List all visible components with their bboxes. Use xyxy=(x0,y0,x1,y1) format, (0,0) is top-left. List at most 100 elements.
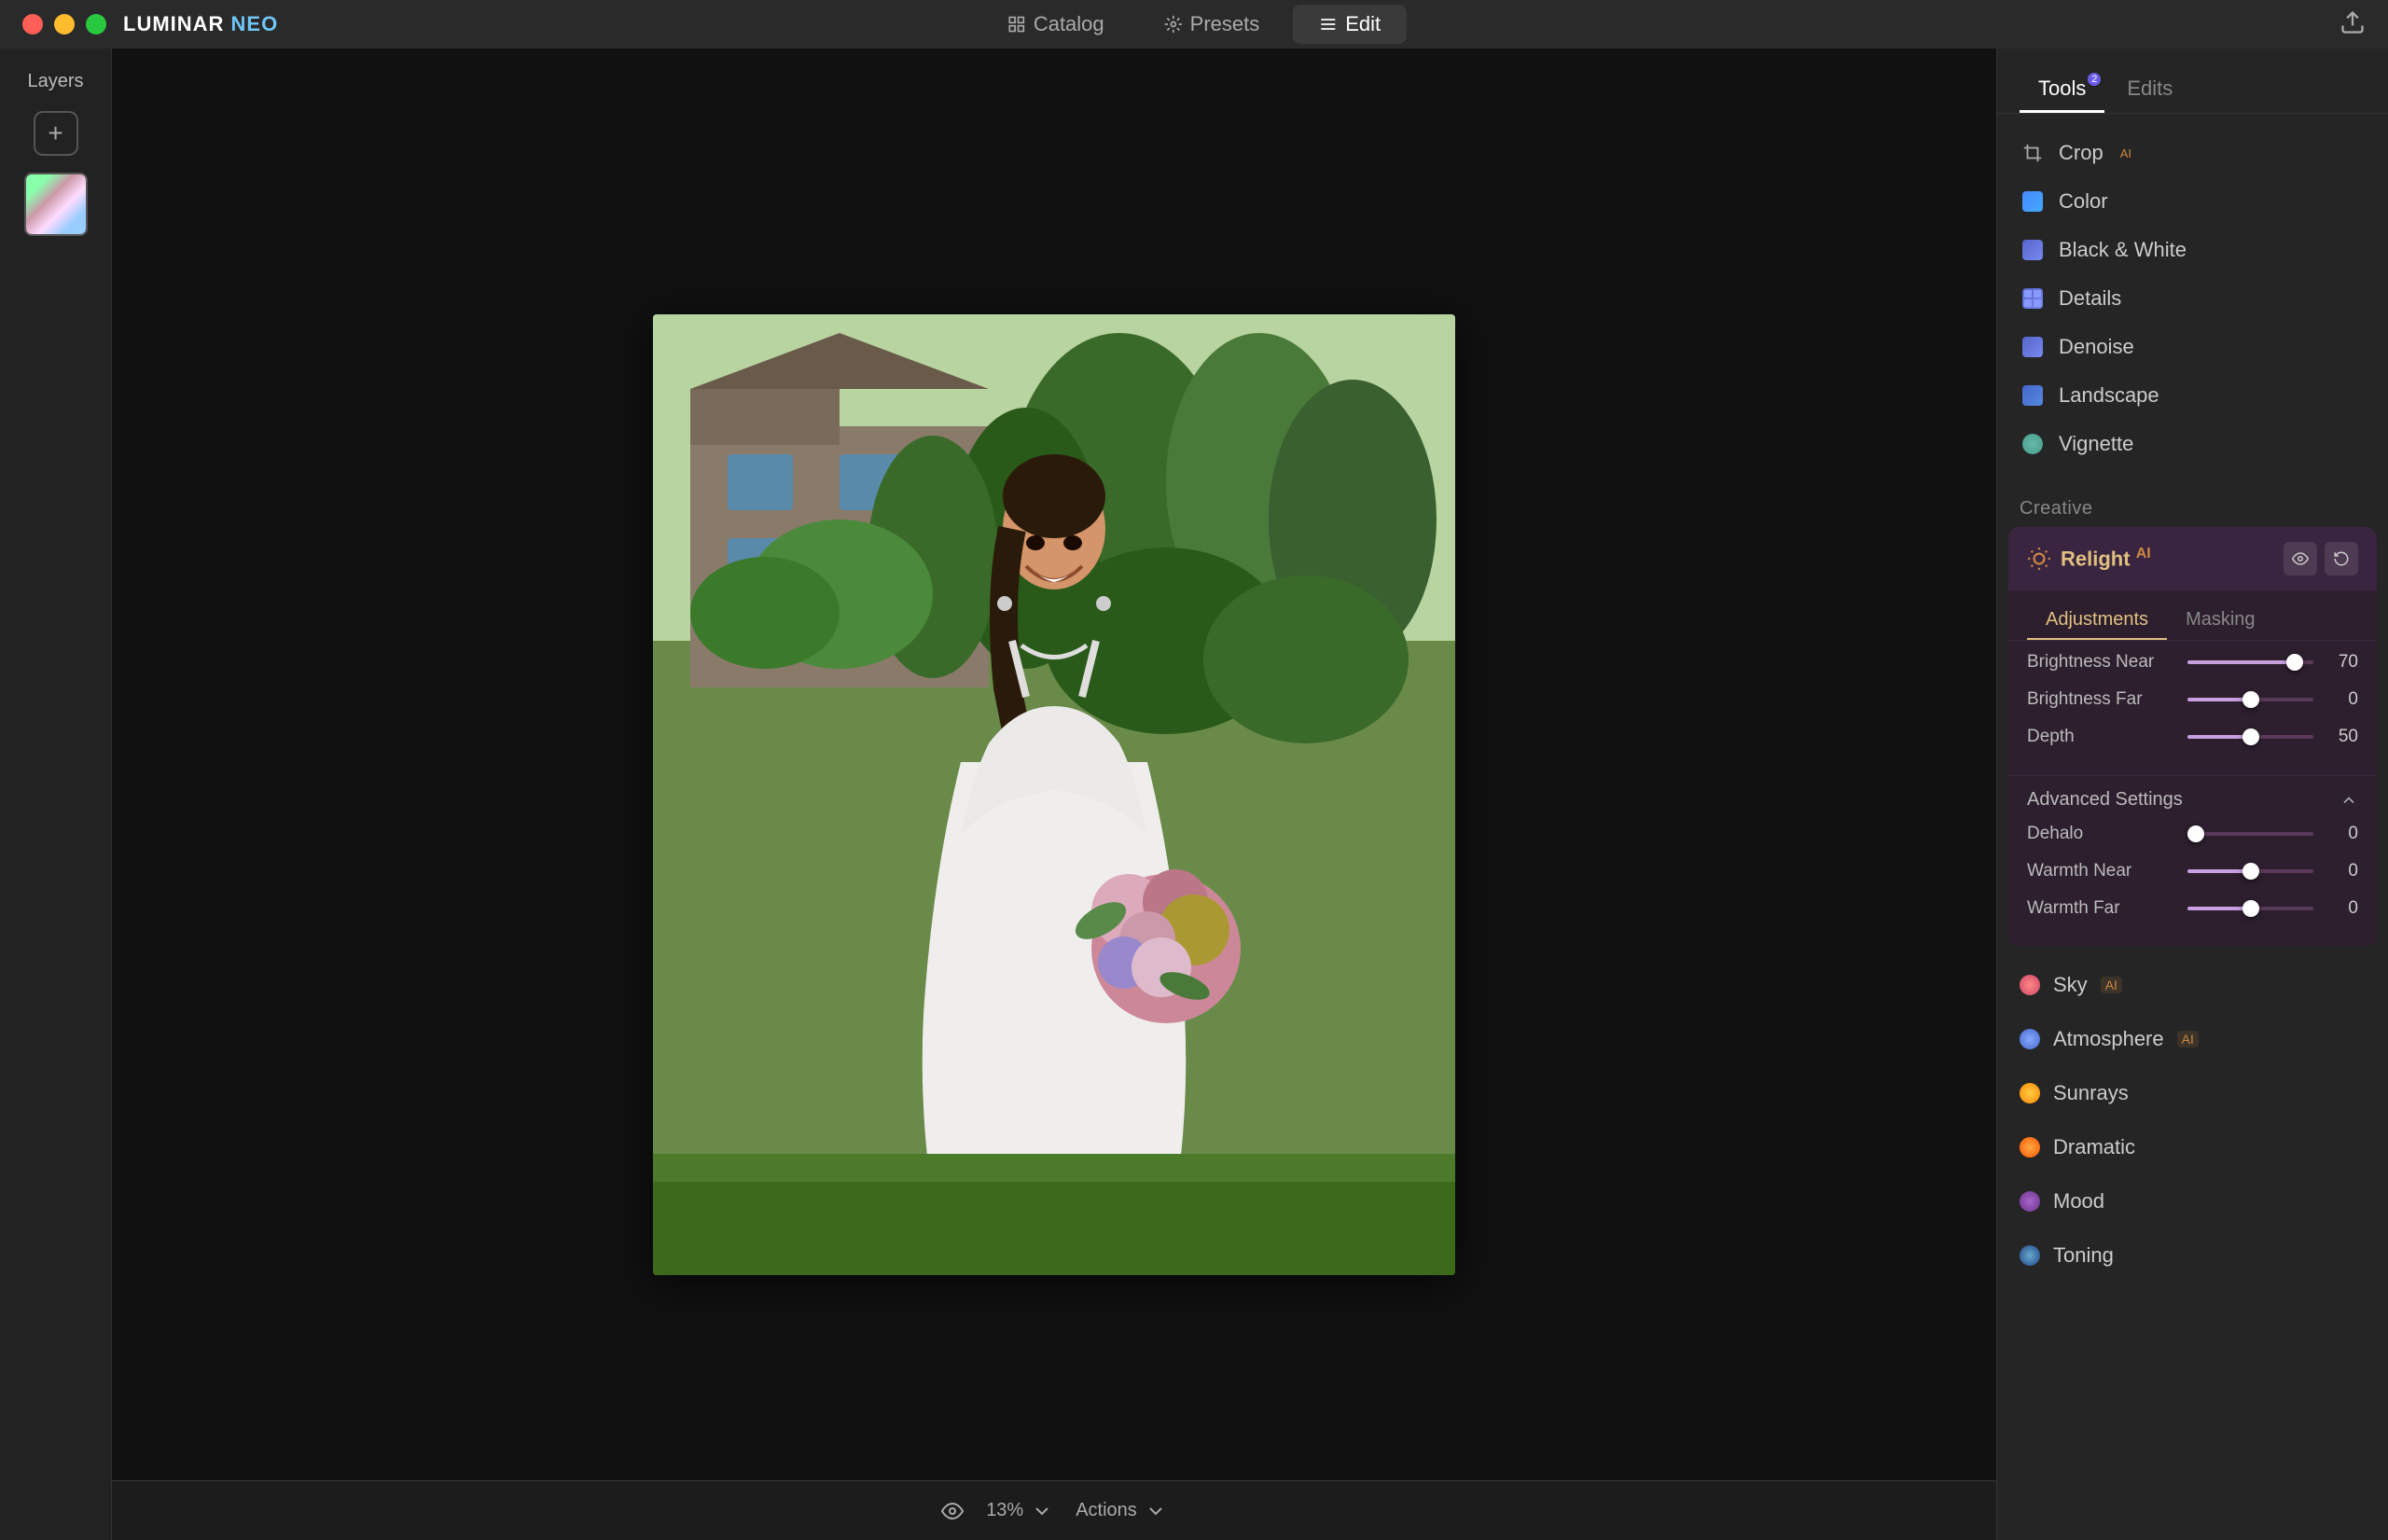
maximize-button[interactable] xyxy=(86,14,106,35)
tool-item-landscape[interactable]: Landscape xyxy=(1997,371,2388,420)
warmth-far-value: 0 xyxy=(2325,898,2358,919)
tool-item-sunrays[interactable]: Sunrays xyxy=(1997,1066,2388,1120)
catalog-nav-button[interactable]: Catalog xyxy=(981,5,1131,44)
actions-chevron-icon xyxy=(1145,1500,1167,1522)
masking-tab[interactable]: Masking xyxy=(2167,602,2273,640)
warmth-near-value: 0 xyxy=(2325,861,2358,881)
tools-tab[interactable]: Tools 2 xyxy=(2020,67,2104,113)
mood-label: Mood xyxy=(2053,1189,2104,1214)
close-button[interactable] xyxy=(22,14,43,35)
depth-fill xyxy=(2187,735,2251,739)
zoom-control[interactable]: 13% xyxy=(986,1500,1053,1522)
sunrays-dot xyxy=(2020,1083,2040,1103)
brightness-near-thumb[interactable] xyxy=(2286,654,2303,671)
visibility-toggle[interactable] xyxy=(941,1500,964,1522)
actions-button[interactable]: Actions xyxy=(1076,1500,1167,1522)
crop-ai-badge: AI xyxy=(2120,146,2131,160)
nav-tabs: Catalog Presets Edit xyxy=(981,5,1407,44)
sky-label: Sky xyxy=(2053,973,2088,997)
tool-item-vignette[interactable]: Vignette xyxy=(1997,420,2388,468)
edit-nav-button[interactable]: Edit xyxy=(1293,5,1407,44)
edits-tab[interactable]: Edits xyxy=(2108,67,2191,113)
dehalo-track[interactable] xyxy=(2187,832,2313,836)
presets-nav-button[interactable]: Presets xyxy=(1138,5,1286,44)
tool-item-details[interactable]: Details xyxy=(1997,274,2388,323)
catalog-label: Catalog xyxy=(1034,12,1104,36)
atmosphere-dot xyxy=(2020,1029,2040,1049)
eye-icon xyxy=(941,1500,964,1522)
add-layer-button[interactable]: + xyxy=(34,111,78,156)
relight-reset-button[interactable] xyxy=(2325,542,2358,576)
warmth-far-label: Warmth Far xyxy=(2027,898,2176,919)
layer-thumbnail[interactable] xyxy=(24,173,88,236)
tool-item-atmosphere[interactable]: Atmosphere AI xyxy=(1997,1012,2388,1066)
tool-item-mood[interactable]: Mood xyxy=(1997,1174,2388,1228)
panel-tabs: Tools 2 Edits xyxy=(1997,49,2388,114)
canvas-area: 13% Actions xyxy=(112,49,1996,1540)
warmth-far-thumb[interactable] xyxy=(2242,900,2259,917)
details-icon xyxy=(2020,285,2046,312)
brightness-far-value: 0 xyxy=(2325,689,2358,710)
brightness-far-row: Brightness Far 0 xyxy=(2027,689,2358,710)
depth-thumb[interactable] xyxy=(2242,728,2259,745)
relight-controls xyxy=(2284,542,2358,576)
tool-item-bw[interactable]: Black & White xyxy=(1997,226,2388,274)
brightness-far-track[interactable] xyxy=(2187,698,2313,701)
landscape-label: Landscape xyxy=(2059,383,2159,408)
layers-panel: Layers + xyxy=(0,49,112,1540)
dehalo-value: 0 xyxy=(2325,824,2358,844)
atmosphere-ai-badge: AI xyxy=(2177,1031,2199,1047)
dramatic-label: Dramatic xyxy=(2053,1135,2135,1159)
depth-label: Depth xyxy=(2027,727,2176,747)
titlebar-right xyxy=(2339,9,2366,40)
crop-icon xyxy=(2020,140,2046,166)
relight-header: Relight AI xyxy=(2008,527,2377,590)
dehalo-thumb[interactable] xyxy=(2187,825,2204,842)
layer-thumb-image xyxy=(26,174,86,234)
minimize-button[interactable] xyxy=(54,14,75,35)
zoom-value: 13% xyxy=(986,1500,1023,1521)
titlebar: LUMINAR NEO Catalog Presets Edit xyxy=(0,0,2388,49)
vignette-label: Vignette xyxy=(2059,432,2133,456)
relight-title: Relight AI xyxy=(2061,546,2274,571)
warmth-far-track[interactable] xyxy=(2187,907,2313,910)
tool-item-toning[interactable]: Toning xyxy=(1997,1228,2388,1283)
color-icon xyxy=(2020,188,2046,215)
advanced-settings-label: Advanced Settings xyxy=(2027,789,2183,811)
traffic-lights xyxy=(22,14,106,35)
tool-item-crop[interactable]: Crop AI xyxy=(1997,129,2388,177)
brightness-near-fill xyxy=(2187,660,2295,664)
tool-item-color[interactable]: Color xyxy=(1997,177,2388,226)
main-area: Layers + xyxy=(0,49,2388,1540)
sky-ai-badge: AI xyxy=(2101,977,2122,993)
warmth-near-thumb[interactable] xyxy=(2242,863,2259,880)
mood-dot xyxy=(2020,1191,2040,1212)
denoise-icon xyxy=(2020,334,2046,360)
brightness-near-track[interactable] xyxy=(2187,660,2313,664)
adjustments-tab[interactable]: Adjustments xyxy=(2027,602,2167,640)
brightness-near-row: Brightness Near 70 xyxy=(2027,652,2358,673)
denoise-label: Denoise xyxy=(2059,335,2134,359)
actions-label: Actions xyxy=(1076,1500,1137,1521)
depth-row: Depth 50 xyxy=(2027,727,2358,747)
brightness-far-fill xyxy=(2187,698,2251,701)
depth-track[interactable] xyxy=(2187,735,2313,739)
sunrays-label: Sunrays xyxy=(2053,1081,2129,1105)
warmth-near-track[interactable] xyxy=(2187,869,2313,873)
atmosphere-label: Atmosphere xyxy=(2053,1027,2164,1051)
brightness-far-label: Brightness Far xyxy=(2027,689,2176,710)
tools-list: Crop AI Color Black & White xyxy=(1997,114,2388,483)
sky-dot xyxy=(2020,975,2040,995)
brightness-far-thumb[interactable] xyxy=(2242,691,2259,708)
tool-item-denoise[interactable]: Denoise xyxy=(1997,323,2388,371)
bw-label: Black & White xyxy=(2059,238,2187,262)
bw-icon xyxy=(2020,237,2046,263)
warmth-near-row: Warmth Near 0 xyxy=(2027,861,2358,881)
relight-visibility-button[interactable] xyxy=(2284,542,2317,576)
relight-panel: Relight AI xyxy=(2008,527,2377,947)
tool-item-dramatic[interactable]: Dramatic xyxy=(1997,1120,2388,1174)
bottom-toolbar: 13% Actions xyxy=(112,1480,1996,1540)
advanced-settings-chevron-icon xyxy=(2339,791,2358,810)
tool-item-sky[interactable]: Sky AI xyxy=(1997,958,2388,1012)
advanced-settings-header[interactable]: Advanced Settings xyxy=(2008,775,2377,824)
